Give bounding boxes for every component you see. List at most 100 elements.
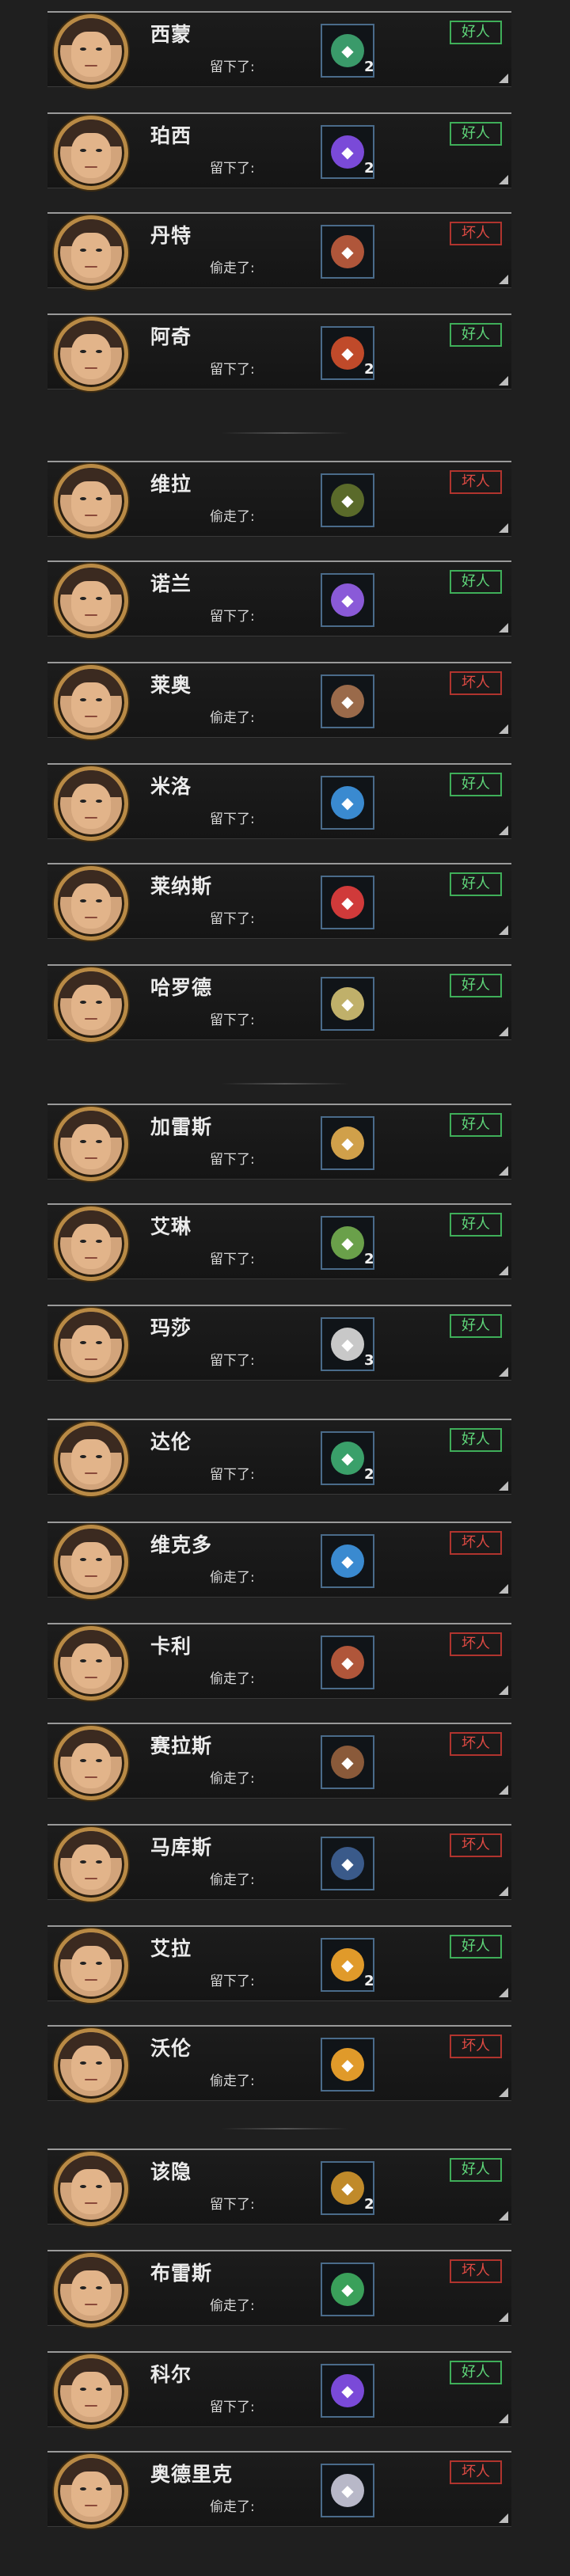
npc-card[interactable]: 丹特 偷走了: ◆ 坏人 — [48, 212, 511, 290]
npc-card[interactable]: 玛莎 留下了: ◆ 3 好人 — [48, 1305, 511, 1382]
portrait-mouth — [84, 1157, 98, 1160]
item-slot[interactable]: ◆ — [321, 674, 374, 728]
npc-name: 珀西 — [150, 124, 192, 147]
npc-card[interactable]: 珀西 留下了: ◆ 2 好人 — [48, 112, 511, 190]
item-slot[interactable]: ◆ — [321, 1636, 374, 1689]
portrait-avatar — [54, 665, 128, 739]
item-slot[interactable]: ◆ — [321, 573, 374, 627]
item-slot[interactable]: ◆ — [321, 2464, 374, 2517]
action-label: 偷走了: — [210, 1872, 255, 1888]
portrait-face — [70, 2270, 112, 2316]
npc-card[interactable]: 卡利 偷走了: ◆ 坏人 — [48, 1623, 511, 1700]
portrait-face — [70, 1945, 112, 1991]
item-slot[interactable]: ◆ — [321, 2038, 374, 2092]
portrait-mouth — [84, 1575, 98, 1578]
portrait-mouth — [84, 614, 98, 617]
item-slot[interactable]: ◆ — [321, 2263, 374, 2316]
npc-name: 奥德里克 — [150, 2463, 234, 2486]
action-label: 留下了: — [210, 1353, 255, 1369]
npc-card[interactable]: 阿奇 留下了: ◆ 2 好人 — [48, 313, 511, 391]
npc-card[interactable]: 哈罗德 留下了: ◆ 好人 — [48, 964, 511, 1042]
item-count: 2 — [364, 361, 374, 378]
portrait-face — [70, 333, 112, 379]
portrait-mouth — [84, 1676, 98, 1679]
item-count: 2 — [364, 1973, 374, 1989]
npc-card[interactable]: 艾琳 留下了: ◆ 2 好人 — [48, 1203, 511, 1281]
action-label: 偷走了: — [210, 2499, 255, 2515]
good-person-badge: 好人 — [450, 1428, 502, 1452]
portrait-mouth — [84, 1017, 98, 1020]
portrait-avatar — [54, 1107, 128, 1181]
orange-bottle-item-icon: ◆ — [331, 2048, 364, 2081]
green-gear-item-icon: ◆ — [331, 1442, 364, 1475]
npc-card[interactable]: 诺兰 留下了: ◆ 好人 — [48, 560, 511, 638]
portrait-mouth — [84, 816, 98, 819]
item-slot[interactable]: ◆ — [321, 1534, 374, 1588]
orange-bottle-item-icon: ◆ — [331, 1948, 364, 1981]
npc-card[interactable]: 维克多 偷走了: ◆ 坏人 — [48, 1522, 511, 1599]
item-slot[interactable]: ◆ — [321, 2364, 374, 2418]
npc-name: 布雷斯 — [150, 2262, 213, 2285]
medkit-item-icon: ◆ — [331, 886, 364, 919]
action-label: 留下了: — [210, 811, 255, 827]
bad-person-badge: 坏人 — [450, 2460, 502, 2484]
action-label: 留下了: — [210, 2399, 255, 2415]
action-label: 留下了: — [210, 362, 255, 378]
npc-name: 莱奥 — [150, 674, 192, 697]
portrait-avatar — [54, 2152, 128, 2226]
item-slot[interactable]: ◆ — [321, 1837, 374, 1890]
purple-tablet-item-icon: ◆ — [331, 135, 364, 169]
portrait-avatar — [54, 1626, 128, 1700]
purple-battery-item-icon: ◆ — [331, 2374, 364, 2407]
npc-card[interactable]: 奥德里克偷走了: ◆ 坏人 — [48, 2451, 511, 2529]
portrait-mouth — [84, 64, 98, 67]
npc-card[interactable]: 西蒙 留下了: ◆ 2 好人 — [48, 11, 511, 89]
npc-card[interactable]: 赛拉斯 偷走了: ◆ 坏人 — [48, 1723, 511, 1800]
book-item-icon: ◆ — [331, 2474, 364, 2507]
ammo-bullets-item-icon: ◆ — [331, 2171, 364, 2205]
portrait-face — [70, 580, 112, 626]
npc-card[interactable]: 加雷斯 留下了: ◆ 好人 — [48, 1104, 511, 1181]
item-slot[interactable]: ◆ — [321, 1116, 374, 1170]
npc-card[interactable]: 维拉 偷走了: ◆ 坏人 — [48, 461, 511, 538]
npc-card[interactable]: 艾拉 留下了: ◆ 2 好人 — [48, 1925, 511, 2003]
npc-card[interactable]: 布雷斯 偷走了: ◆ 坏人 — [48, 2250, 511, 2327]
portrait-avatar — [54, 766, 128, 841]
action-label: 留下了: — [210, 2197, 255, 2213]
portrait-avatar — [54, 866, 128, 940]
item-slot[interactable]: ◆ — [321, 876, 374, 929]
good-person-badge: 好人 — [450, 1213, 502, 1237]
portrait-avatar — [54, 2454, 128, 2529]
item-count: 2 — [364, 2196, 374, 2213]
npc-card[interactable]: 沃伦 偷走了: ◆ 坏人 — [48, 2025, 511, 2103]
action-label: 偷走了: — [210, 2298, 255, 2314]
portrait-avatar — [54, 564, 128, 638]
portrait-face — [70, 682, 112, 728]
portrait-avatar — [54, 1206, 128, 1281]
section-divider — [222, 1083, 348, 1085]
npc-card[interactable]: 马库斯 偷走了: ◆ 坏人 — [48, 1824, 511, 1902]
green-map-item-icon: ◆ — [331, 1226, 364, 1260]
item-slot[interactable]: ◆ — [321, 776, 374, 830]
portrait-face — [70, 1123, 112, 1169]
npc-card[interactable]: 科尔 留下了: ◆ 好人 — [48, 2351, 511, 2429]
item-slot[interactable]: ◆ — [321, 1735, 374, 1789]
action-label: 偷走了: — [210, 509, 255, 525]
npc-card[interactable]: 莱纳斯 留下了: ◆ 好人 — [48, 863, 511, 940]
section-divider — [222, 2128, 348, 2130]
npc-card[interactable]: 达伦 留下了: ◆ 2 好人 — [48, 1419, 511, 1496]
portrait-avatar — [54, 1308, 128, 1382]
item-count: 3 — [364, 1352, 374, 1369]
npc-card[interactable]: 莱奥 偷走了: ◆ 坏人 — [48, 662, 511, 739]
npc-card[interactable]: 米洛 留下了: ◆ 好人 — [48, 763, 511, 841]
npc-card[interactable]: 该隐 留下了: ◆ 2 好人 — [48, 2149, 511, 2226]
item-slot[interactable]: ◆ — [321, 225, 374, 279]
item-slot[interactable]: ◆ — [321, 977, 374, 1031]
item-slot[interactable]: ◆ — [321, 473, 374, 527]
portrait-mouth — [84, 2202, 98, 2205]
shotgun-shells-item-icon: ◆ — [331, 336, 364, 370]
item-count: 2 — [364, 160, 374, 177]
blue-battery-item-icon: ◆ — [331, 1544, 364, 1578]
portrait-face — [70, 31, 112, 77]
portrait-face — [70, 2168, 112, 2214]
